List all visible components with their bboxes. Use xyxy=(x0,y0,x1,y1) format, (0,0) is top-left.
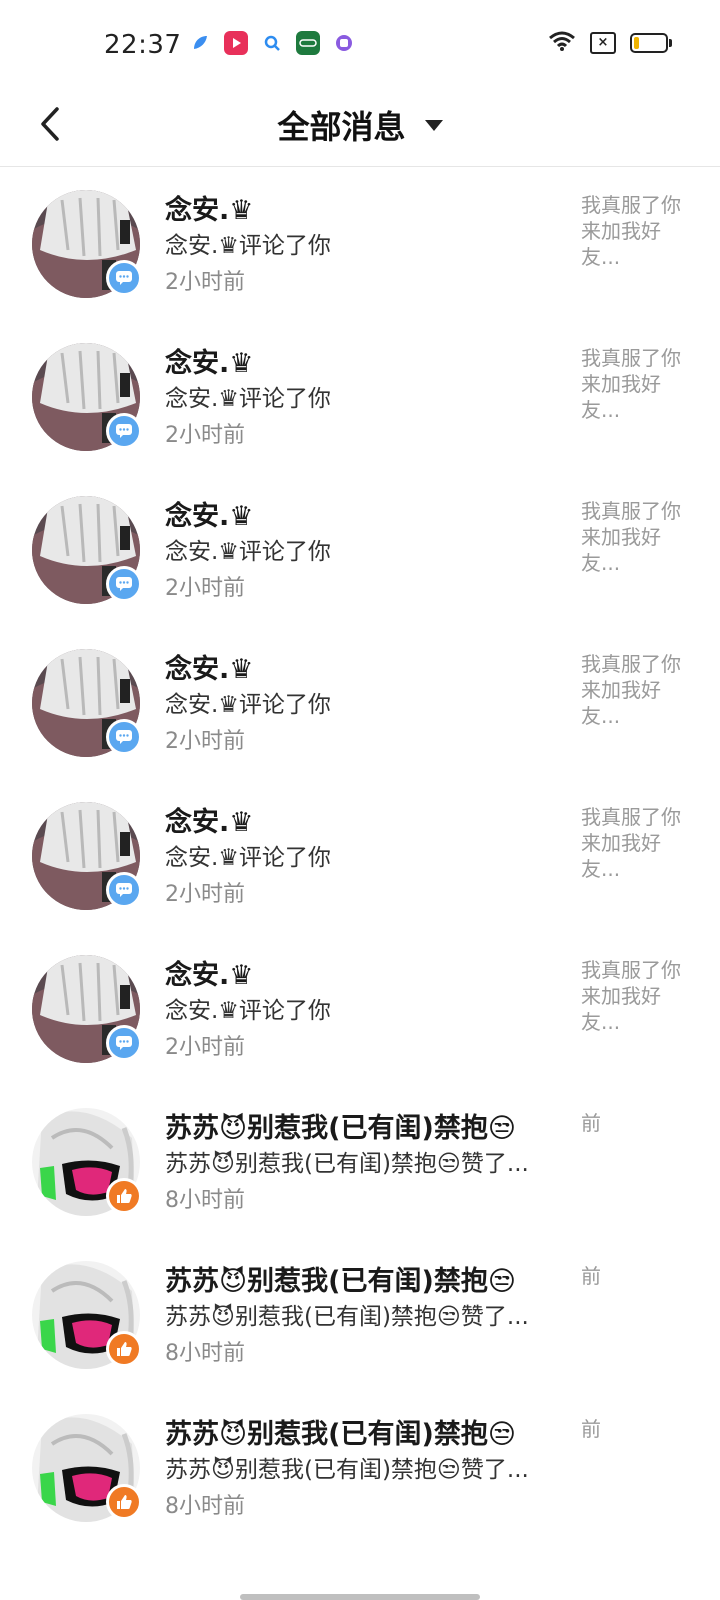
content-preview[interactable]: 前 xyxy=(581,1416,691,1442)
comment-bubble-icon xyxy=(106,413,142,449)
content-preview[interactable]: 我真服了你来加我好友... xyxy=(581,957,691,1035)
title-dropdown[interactable]: 全部消息 xyxy=(0,102,720,148)
battery-level xyxy=(634,37,639,49)
game-app-icon xyxy=(296,31,320,55)
status-app-icons xyxy=(188,31,356,55)
message-row[interactable]: 念安.♛ 念安.♛评论了你 2小时前 我真服了你来加我好友... xyxy=(0,166,720,319)
message-time: 2小时前 xyxy=(165,1035,245,1060)
sender-name: 苏苏😈别惹我(已有闺)禁抱😒 xyxy=(165,1419,516,1450)
sender-name: 念安.♛ xyxy=(165,960,254,991)
message-text: 苏苏😈别惹我(已有闺)禁抱😒赞了... xyxy=(165,1457,529,1483)
sender-name: 苏苏😈别惹我(已有闺)禁抱😒 xyxy=(165,1113,516,1144)
comment-bubble-icon xyxy=(106,1025,142,1061)
sender-name: 念安.♛ xyxy=(165,501,254,532)
content-preview[interactable]: 我真服了你来加我好友... xyxy=(581,804,691,882)
battery-icon xyxy=(630,33,672,53)
message-row[interactable]: 苏苏😈别惹我(已有闺)禁抱😒 苏苏😈别惹我(已有闺)禁抱😒赞了... 8小时前 … xyxy=(0,1237,720,1390)
status-bar: 22:37 × xyxy=(0,0,720,88)
sender-name: 苏苏😈别惹我(已有闺)禁抱😒 xyxy=(165,1266,516,1297)
no-sim-icon: × xyxy=(590,32,616,54)
wifi-icon xyxy=(548,30,576,56)
thumbs-up-icon xyxy=(106,1484,142,1520)
content-preview[interactable]: 前 xyxy=(581,1263,691,1289)
search-app-icon xyxy=(260,31,284,55)
message-row[interactable]: 念安.♛ 念安.♛评论了你 2小时前 我真服了你来加我好友... xyxy=(0,778,720,931)
page-title: 全部消息 xyxy=(277,108,406,146)
message-time: 8小时前 xyxy=(165,1494,245,1519)
message-row[interactable]: 苏苏😈别惹我(已有闺)禁抱😒 苏苏😈别惹我(已有闺)禁抱😒赞了... 8小时前 … xyxy=(0,1390,720,1543)
comment-bubble-icon xyxy=(106,719,142,755)
content-preview[interactable]: 我真服了你来加我好友... xyxy=(581,345,691,423)
message-text: 念安.♛评论了你 xyxy=(165,998,331,1024)
home-indicator[interactable] xyxy=(240,1594,480,1600)
message-time: 2小时前 xyxy=(165,729,245,754)
message-time: 8小时前 xyxy=(165,1188,245,1213)
feather-app-icon xyxy=(188,31,212,55)
sender-name: 念安.♛ xyxy=(165,195,254,226)
comment-bubble-icon xyxy=(106,566,142,602)
message-time: 2小时前 xyxy=(165,270,245,295)
circle-app-icon xyxy=(332,31,356,55)
message-text: 念安.♛评论了你 xyxy=(165,692,331,718)
comment-bubble-icon xyxy=(106,872,142,908)
caret-down-icon xyxy=(424,119,443,131)
message-list: 念安.♛ 念安.♛评论了你 2小时前 我真服了你来加我好友... 念安.♛ 念安… xyxy=(0,166,720,1543)
thumbs-up-icon xyxy=(106,1178,142,1214)
thumbs-up-icon xyxy=(106,1331,142,1367)
message-row[interactable]: 念安.♛ 念安.♛评论了你 2小时前 我真服了你来加我好友... xyxy=(0,931,720,1084)
sender-name: 念安.♛ xyxy=(165,807,254,838)
status-right-icons: × xyxy=(548,30,672,56)
comment-bubble-icon xyxy=(106,260,142,296)
content-preview[interactable]: 我真服了你来加我好友... xyxy=(581,651,691,729)
top-bar: 全部消息 xyxy=(0,88,720,167)
sender-name: 念安.♛ xyxy=(165,348,254,379)
message-row[interactable]: 念安.♛ 念安.♛评论了你 2小时前 我真服了你来加我好友... xyxy=(0,625,720,778)
message-text: 念安.♛评论了你 xyxy=(165,845,331,871)
message-time: 2小时前 xyxy=(165,423,245,448)
message-text: 念安.♛评论了你 xyxy=(165,233,331,259)
message-row[interactable]: 念安.♛ 念安.♛评论了你 2小时前 我真服了你来加我好友... xyxy=(0,472,720,625)
sender-name: 念安.♛ xyxy=(165,654,254,685)
message-time: 8小时前 xyxy=(165,1341,245,1366)
content-preview[interactable]: 我真服了你来加我好友... xyxy=(581,498,691,576)
content-preview[interactable]: 前 xyxy=(581,1110,691,1136)
video-play-app-icon xyxy=(224,31,248,55)
message-text: 念安.♛评论了你 xyxy=(165,539,331,565)
message-row[interactable]: 念安.♛ 念安.♛评论了你 2小时前 我真服了你来加我好友... xyxy=(0,319,720,472)
status-time: 22:37 xyxy=(104,30,182,60)
content-preview[interactable]: 我真服了你来加我好友... xyxy=(581,192,691,270)
message-text: 苏苏😈别惹我(已有闺)禁抱😒赞了... xyxy=(165,1304,529,1330)
message-text: 念安.♛评论了你 xyxy=(165,386,331,412)
message-row[interactable]: 苏苏😈别惹我(已有闺)禁抱😒 苏苏😈别惹我(已有闺)禁抱😒赞了... 8小时前 … xyxy=(0,1084,720,1237)
message-text: 苏苏😈别惹我(已有闺)禁抱😒赞了... xyxy=(165,1151,529,1177)
message-time: 2小时前 xyxy=(165,576,245,601)
message-time: 2小时前 xyxy=(165,882,245,907)
